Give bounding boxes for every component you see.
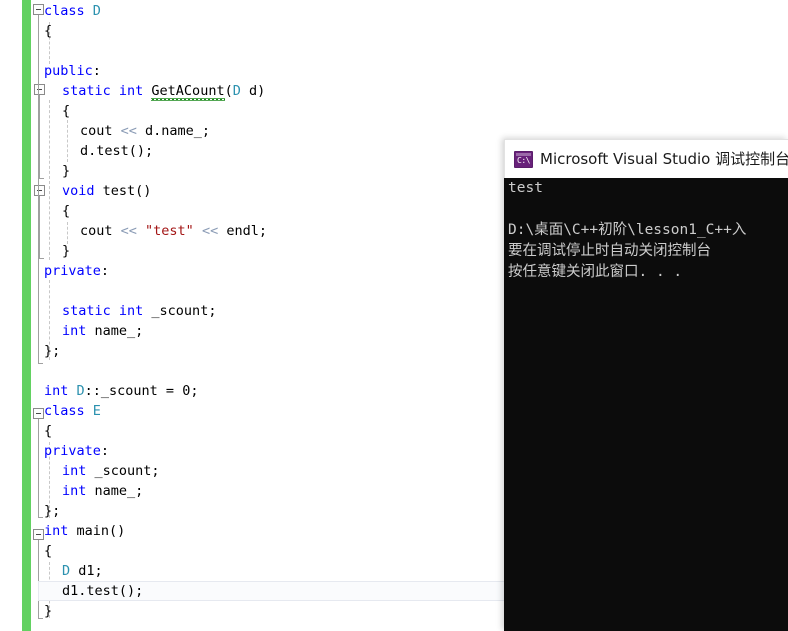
- console-title-bar[interactable]: C:\ Microsoft Visual Studio 调试控制台: [504, 139, 788, 179]
- code-token: static: [62, 303, 119, 319]
- code-token: cout: [80, 123, 121, 139]
- code-line: {: [44, 541, 52, 561]
- code-token: D: [62, 563, 70, 579]
- debug-console-window[interactable]: C:\ Microsoft Visual Studio 调试控制台 test D:…: [504, 139, 788, 631]
- code-token: [137, 223, 145, 239]
- code-token: _scount;: [95, 463, 160, 479]
- change-tracking-bar: [22, 0, 31, 631]
- code-token: [194, 223, 202, 239]
- code-line: }: [62, 241, 70, 261]
- code-line: cout << "test" << endl;: [80, 221, 267, 241]
- code-token: int: [62, 463, 95, 479]
- code-token: <<: [121, 223, 137, 239]
- indent-guide: [49, 100, 51, 260]
- code-token: _scount;: [151, 303, 216, 319]
- code-token: private: [44, 443, 101, 459]
- code-line: D d1;: [62, 561, 103, 581]
- code-line: {: [62, 201, 70, 221]
- code-token: d.test();: [80, 143, 153, 159]
- code-token: "test": [145, 223, 194, 239]
- code-token: class: [44, 3, 93, 19]
- code-line: };: [44, 501, 60, 521]
- code-token: static: [62, 83, 119, 99]
- code-line: {: [62, 101, 70, 121]
- code-token: D: [233, 83, 241, 99]
- code-token: }: [62, 243, 70, 259]
- code-token: :: [101, 263, 109, 279]
- code-token: ::_scount =: [85, 383, 183, 399]
- code-token: D: [93, 3, 101, 19]
- code-token: int: [119, 83, 152, 99]
- code-token: name_;: [95, 483, 144, 499]
- code-token: D: [77, 383, 85, 399]
- console-icon-glyph: C:\: [515, 156, 532, 165]
- code-token: };: [44, 503, 60, 519]
- code-line: private:: [44, 441, 109, 461]
- code-line: {: [44, 21, 52, 41]
- code-token: void: [62, 183, 103, 199]
- code-token: (: [225, 83, 233, 99]
- code-line: }: [62, 161, 70, 181]
- code-line: int D::_scount = 0;: [44, 381, 198, 401]
- code-token: int: [62, 323, 95, 339]
- code-token: d.name_;: [137, 123, 210, 139]
- code-line: public:: [44, 61, 101, 81]
- console-line: 按任意键关闭此窗口. . .: [508, 262, 682, 283]
- code-token: endl;: [218, 223, 267, 239]
- code-token: <<: [202, 223, 218, 239]
- code-token: int: [62, 483, 95, 499]
- code-token: {: [62, 203, 70, 219]
- code-line: int _scount;: [62, 461, 160, 481]
- code-line: static int GetACount(D d): [62, 81, 265, 101]
- code-token: {: [44, 423, 52, 439]
- code-token: int: [44, 383, 77, 399]
- code-token: <<: [121, 123, 137, 139]
- code-token: :: [101, 443, 109, 459]
- code-line: class D: [44, 1, 101, 21]
- console-output-area[interactable]: test D:\桌面\C++初阶\lesson1_C++入要在调试停止时自动关闭控…: [504, 178, 788, 631]
- console-app-icon: C:\: [514, 151, 533, 168]
- code-token: {: [44, 23, 52, 39]
- code-line: static int _scount;: [62, 301, 216, 321]
- code-token: ;: [190, 383, 198, 399]
- code-token: d1;: [70, 563, 103, 579]
- code-token: {: [62, 103, 70, 119]
- code-token: class: [44, 403, 93, 419]
- code-line: d.test();: [80, 141, 153, 161]
- code-token: int: [44, 523, 77, 539]
- console-window-title: Microsoft Visual Studio 调试控制台: [540, 149, 788, 170]
- code-token: GetACount: [151, 83, 224, 101]
- code-token: }: [44, 603, 52, 619]
- code-token: private: [44, 263, 101, 279]
- code-token: main(): [77, 523, 126, 539]
- code-line: d1.test();: [62, 581, 143, 601]
- code-token: {: [44, 543, 52, 559]
- code-token: test(): [103, 183, 152, 199]
- code-line: };: [44, 341, 60, 361]
- code-line: class E: [44, 401, 101, 421]
- code-token: public: [44, 63, 93, 79]
- code-line: cout << d.name_;: [80, 121, 210, 141]
- indent-guide: [67, 120, 69, 162]
- code-token: int: [119, 303, 152, 319]
- editor-left-margin: [0, 0, 22, 631]
- code-line: int main(): [44, 521, 125, 541]
- code-token: cout: [80, 223, 121, 239]
- console-line: 要在调试停止时自动关闭控制台: [508, 241, 711, 262]
- code-line: int name_;: [62, 481, 143, 501]
- code-token: }: [62, 163, 70, 179]
- code-token: :: [93, 63, 101, 79]
- code-token: E: [93, 403, 101, 419]
- code-token: };: [44, 343, 60, 359]
- code-token: d1.test();: [62, 583, 143, 599]
- code-line: private:: [44, 261, 109, 281]
- code-line: }: [44, 601, 52, 621]
- code-line: {: [44, 421, 52, 441]
- console-line: D:\桌面\C++初阶\lesson1_C++入: [508, 220, 746, 241]
- console-line: test: [508, 178, 543, 199]
- code-line: void test(): [62, 181, 151, 201]
- code-token: name_;: [95, 323, 144, 339]
- code-token: d): [241, 83, 265, 99]
- code-line: int name_;: [62, 321, 143, 341]
